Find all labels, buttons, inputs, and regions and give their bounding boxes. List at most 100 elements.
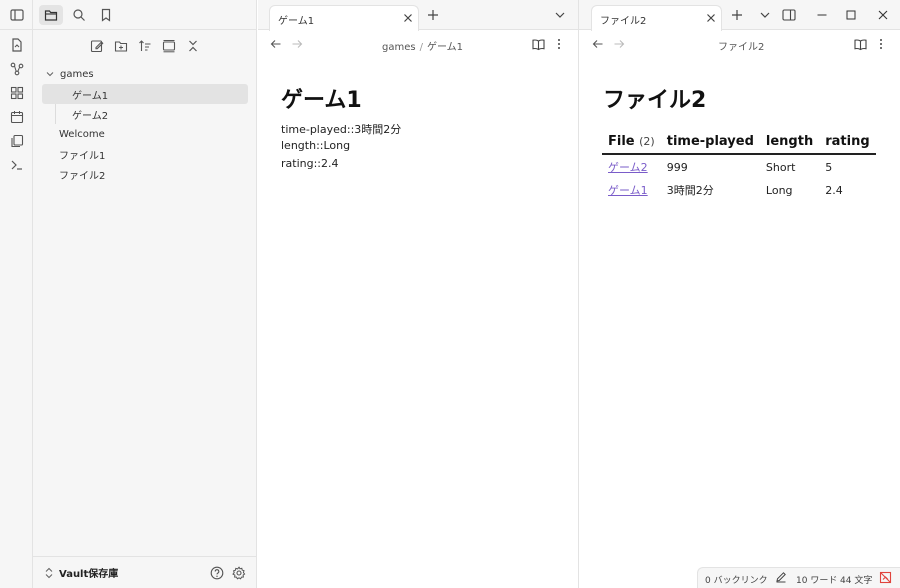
cell-rating: 5 bbox=[825, 160, 833, 174]
note-title: ゲーム1 bbox=[281, 88, 362, 113]
sidebar-toggle-icon[interactable] bbox=[9, 7, 25, 23]
ribbon bbox=[0, 0, 33, 588]
status-char-count: 44 文字 bbox=[840, 576, 873, 586]
tab-title: ファイル2 bbox=[600, 16, 647, 27]
cell-file: ゲーム1 bbox=[602, 178, 661, 201]
tree-file-file2[interactable]: ファイル2 bbox=[41, 164, 247, 184]
note-line-length: length::Long bbox=[281, 139, 351, 152]
daily-note-icon[interactable] bbox=[9, 109, 25, 125]
more-options-icon[interactable] bbox=[874, 37, 888, 51]
search-icon[interactable] bbox=[67, 5, 91, 25]
sync-error-icon[interactable] bbox=[879, 571, 892, 584]
status-bar: 0 バックリンク 10 ワード 44 文字 bbox=[697, 567, 900, 588]
column-header-length[interactable]: length bbox=[759, 132, 820, 155]
files-icon[interactable] bbox=[39, 5, 63, 25]
tab-list-chevron-down-icon[interactable] bbox=[553, 8, 567, 22]
new-tab-plus-icon[interactable] bbox=[426, 8, 440, 22]
graph-view-icon[interactable] bbox=[9, 61, 25, 77]
table-row: ゲーム1 3時間2分 Long 2.4 bbox=[602, 178, 876, 201]
more-options-icon[interactable] bbox=[552, 37, 566, 51]
arrow-right-icon[interactable] bbox=[612, 37, 626, 51]
breadcrumb: games / ゲーム1 bbox=[382, 38, 463, 53]
templates-icon[interactable] bbox=[9, 133, 25, 149]
cell-length: Long bbox=[765, 183, 793, 197]
ribbon-top bbox=[0, 0, 33, 30]
close-icon[interactable] bbox=[705, 12, 717, 24]
file-explorer-sidebar: games ゲーム1 ゲーム2 Welcome ファイル1 ファイル2 Vaul… bbox=[33, 0, 257, 588]
pane-divider[interactable] bbox=[578, 0, 579, 588]
new-note-icon[interactable] bbox=[89, 38, 105, 54]
open-quick-switcher-icon[interactable] bbox=[9, 37, 25, 53]
close-all-icon[interactable] bbox=[185, 38, 201, 54]
file-label: ゲーム1 bbox=[72, 90, 109, 102]
arrow-left-icon[interactable] bbox=[269, 37, 283, 51]
left-nav-header: games / ゲーム1 bbox=[258, 30, 578, 58]
file-explorer-actions bbox=[33, 30, 257, 62]
arrow-right-icon[interactable] bbox=[290, 37, 304, 51]
column-header-file[interactable]: File (2) bbox=[602, 132, 661, 155]
window-maximize-icon[interactable] bbox=[844, 8, 858, 22]
left-tab-bar: ゲーム1 bbox=[258, 0, 578, 31]
tree-file-welcome[interactable]: Welcome bbox=[41, 124, 247, 144]
file-count: (2) bbox=[639, 135, 655, 148]
chevron-down-icon[interactable] bbox=[46, 70, 58, 78]
tab-list-chevron-down-icon[interactable] bbox=[758, 8, 772, 22]
chevron-up-down-icon bbox=[45, 567, 53, 578]
breadcrumb-folder[interactable]: games bbox=[382, 42, 416, 53]
collapse-view-icon[interactable] bbox=[161, 38, 177, 54]
column-header-rating[interactable]: rating bbox=[819, 132, 876, 155]
new-folder-icon[interactable] bbox=[113, 38, 129, 54]
settings-gear-icon[interactable] bbox=[231, 565, 247, 581]
column-header-label: File bbox=[608, 134, 635, 149]
tree-file-game2[interactable]: ゲーム2 bbox=[42, 104, 248, 124]
close-icon[interactable] bbox=[402, 12, 414, 24]
file-link[interactable]: ゲーム1 bbox=[608, 184, 648, 197]
tree-file-game1[interactable]: ゲーム1 bbox=[42, 84, 248, 104]
reading-view-book-icon[interactable] bbox=[853, 37, 867, 51]
vault-name: Vault保存庫 bbox=[59, 569, 119, 580]
folder-games[interactable]: games bbox=[41, 64, 247, 84]
status-backlinks[interactable]: 0 バックリンク bbox=[705, 573, 768, 586]
bookmark-icon[interactable] bbox=[94, 5, 118, 25]
breadcrumb-file[interactable]: ゲーム1 bbox=[427, 42, 463, 53]
dataview-table: File (2) time-played length rating ゲーム2 … bbox=[602, 132, 876, 201]
help-icon[interactable] bbox=[209, 565, 225, 581]
cell-length: Short bbox=[765, 160, 796, 174]
window-minimize-icon[interactable] bbox=[815, 8, 829, 22]
tab-file2[interactable]: ファイル2 bbox=[591, 5, 722, 31]
cell-rating: 2.4 bbox=[825, 183, 843, 197]
cell-time-played: 3時間2分 bbox=[666, 184, 714, 197]
tree-file-file1[interactable]: ファイル1 bbox=[41, 144, 247, 164]
reading-view-book-icon[interactable] bbox=[531, 37, 545, 51]
file-label: ファイル1 bbox=[59, 150, 106, 162]
tab-game1[interactable]: ゲーム1 bbox=[269, 5, 419, 31]
status-word-count: 10 ワード bbox=[796, 576, 838, 586]
note-line-rating: rating::2.4 bbox=[281, 157, 339, 170]
sort-icon[interactable] bbox=[137, 38, 153, 54]
window-close-icon[interactable] bbox=[876, 8, 890, 22]
edit-pencil-icon[interactable] bbox=[775, 571, 787, 583]
sidebar-tab-bar bbox=[33, 0, 257, 30]
file-link[interactable]: ゲーム2 bbox=[608, 161, 648, 174]
cell-time-played: 999 bbox=[666, 160, 688, 174]
canvas-icon[interactable] bbox=[9, 85, 25, 101]
cell-file: ゲーム2 bbox=[602, 154, 661, 178]
table-header-row: File (2) time-played length rating bbox=[602, 132, 876, 155]
right-sidebar-toggle-icon[interactable] bbox=[782, 8, 796, 22]
note-line-time-played: time-played::3時間2分 bbox=[281, 123, 402, 136]
file-label: ファイル2 bbox=[59, 170, 106, 182]
note-title: ファイル2 bbox=[603, 88, 707, 113]
breadcrumb: ファイル2 bbox=[718, 38, 764, 53]
vault-switcher[interactable]: Vault保存庫 bbox=[45, 565, 118, 580]
command-palette-icon[interactable] bbox=[9, 157, 25, 173]
table-row: ゲーム2 999 Short 5 bbox=[602, 154, 876, 178]
new-tab-plus-icon[interactable] bbox=[730, 8, 744, 22]
right-tab-bar: ファイル2 bbox=[579, 0, 900, 31]
folder-label: games bbox=[60, 68, 94, 80]
vault-footer: Vault保存庫 bbox=[33, 556, 257, 588]
breadcrumb-file[interactable]: ファイル2 bbox=[718, 42, 764, 53]
column-header-time-played[interactable]: time-played bbox=[660, 132, 760, 155]
file-label: ゲーム2 bbox=[72, 110, 109, 122]
arrow-left-icon[interactable] bbox=[591, 37, 605, 51]
file-label: Welcome bbox=[59, 128, 105, 140]
